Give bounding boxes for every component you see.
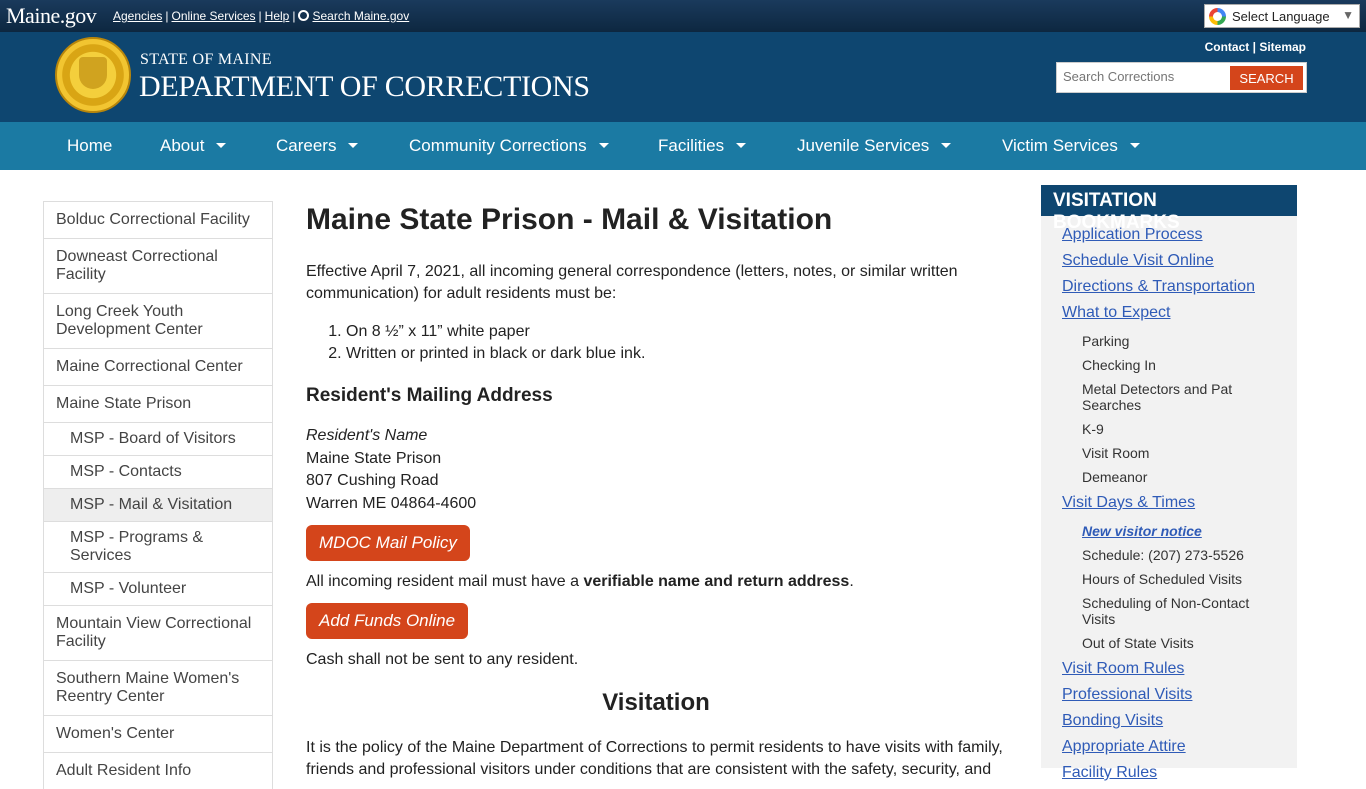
address-line: 807 Cushing Road (306, 472, 439, 489)
nav-careers[interactable]: Careers (276, 136, 359, 156)
address-heading: Resident's Mailing Address (306, 385, 553, 406)
sitemap-link[interactable]: Sitemap (1259, 40, 1306, 54)
bookmark-application-process[interactable]: Application Process (1062, 226, 1203, 244)
language-select[interactable]: Select Language ▼ (1204, 4, 1360, 28)
nav-about[interactable]: About (160, 136, 227, 156)
menu-item-maine-correctional-center[interactable]: Maine Correctional Center (43, 348, 273, 385)
bookmark-facility-rules[interactable]: Facility Rules (1062, 764, 1157, 782)
visitation-bookmarks: VISITATION BOOKMARKS Application Process… (1041, 185, 1297, 781)
mail-note: All incoming resident mail must have a v… (306, 573, 854, 590)
bookmark-schedule-phone[interactable]: Schedule: (207) 273-5526 (1082, 547, 1244, 563)
bookmark-parking[interactable]: Parking (1082, 333, 1129, 349)
header-links: Contact | Sitemap (1204, 40, 1306, 54)
search-form: SEARCH (1056, 62, 1307, 93)
menu-item-womens-center[interactable]: Women's Center (43, 715, 273, 752)
main-navigation: Home About Careers Community Corrections… (0, 122, 1366, 170)
bookmark-hours[interactable]: Hours of Scheduled Visits (1082, 571, 1242, 587)
contact-link[interactable]: Contact (1205, 40, 1250, 54)
mail-policy-button[interactable]: MDOC Mail Policy (306, 525, 470, 561)
mailing-address: Resident's Name Maine State Prison 807 C… (306, 425, 1006, 515)
state-seal-logo[interactable] (55, 37, 131, 113)
page-title: Maine State Prison - Mail & Visitation (306, 203, 833, 236)
bookmark-out-of-state[interactable]: Out of State Visits (1082, 635, 1194, 651)
address-line: Resident's Name (306, 427, 428, 444)
caret-down-icon (216, 143, 227, 148)
bookmark-directions[interactable]: Directions & Transportation (1062, 278, 1255, 296)
nav-home[interactable]: Home (67, 136, 112, 156)
new-visitor-notice-link[interactable]: New visitor notice (1082, 523, 1202, 539)
menu-item-long-creek[interactable]: Long Creek Youth Development Center (43, 293, 273, 348)
search-input[interactable] (1063, 69, 1228, 84)
search-button[interactable]: SEARCH (1230, 66, 1303, 90)
mail-rules-list: On 8 ½” x 11” white paper Written or pri… (306, 321, 1006, 365)
department-name[interactable]: DEPARTMENT OF CORRECTIONS (139, 70, 590, 104)
menu-item-downeast[interactable]: Downeast Correctional Facility (43, 238, 273, 293)
maine-gov-logo[interactable]: Maine.gov (6, 3, 97, 29)
bookmark-visit-room[interactable]: Visit Room (1082, 445, 1149, 461)
intro-paragraph: Effective April 7, 2021, all incoming ge… (306, 263, 958, 302)
nav-facilities[interactable]: Facilities (658, 136, 747, 156)
bookmark-non-contact[interactable]: Scheduling of Non-Contact Visits (1082, 595, 1272, 627)
search-icon (298, 10, 310, 21)
language-select-label: Select Language (1232, 9, 1330, 24)
caret-down-icon (941, 143, 952, 148)
bookmark-visit-days[interactable]: Visit Days & Times (1062, 494, 1195, 512)
visitation-paragraph: It is the policy of the Maine Department… (306, 739, 1003, 778)
state-name: STATE OF MAINE (140, 51, 272, 68)
bookmarks-title: VISITATION BOOKMARKS (1041, 185, 1297, 233)
add-funds-button[interactable]: Add Funds Online (306, 603, 469, 639)
facility-menu: Bolduc Correctional Facility Downeast Co… (43, 201, 273, 789)
bookmark-k9[interactable]: K-9 (1082, 421, 1104, 437)
google-icon (1209, 8, 1226, 25)
menu-item-msp-board-of-visitors[interactable]: MSP - Board of Visitors (43, 422, 273, 455)
address-line: Maine State Prison (306, 449, 442, 467)
nav-community-corrections[interactable]: Community Corrections (409, 136, 609, 156)
search-maine-gov-link[interactable]: Search Maine.gov (312, 9, 409, 23)
online-services-link[interactable]: Online Services (172, 9, 256, 23)
caret-down-icon (348, 143, 359, 148)
mail-rule: On 8 ½” x 11” white paper (346, 321, 1006, 343)
caret-down-icon (598, 143, 609, 148)
bookmark-appropriate-attire[interactable]: Appropriate Attire (1062, 738, 1186, 756)
top-utility-bar: Maine.gov Agencies | Online Services | Help |… (0, 0, 1366, 32)
menu-item-msp-volunteer[interactable]: MSP - Volunteer (43, 572, 273, 605)
caret-down-icon (1129, 143, 1140, 148)
menu-item-bolduc[interactable]: Bolduc Correctional Facility (43, 201, 273, 238)
help-link[interactable]: Help (265, 9, 290, 23)
menu-item-maine-state-prison[interactable]: Maine State Prison (43, 385, 273, 422)
nav-juvenile-services[interactable]: Juvenile Services (797, 136, 952, 156)
chevron-down-icon: ▼ (1342, 8, 1354, 22)
menu-item-msp-mail-visitation[interactable]: MSP - Mail & Visitation (43, 488, 273, 521)
bookmark-what-to-expect[interactable]: What to Expect (1062, 304, 1171, 322)
bookmark-professional-visits[interactable]: Professional Visits (1062, 686, 1192, 704)
menu-item-msp-contacts[interactable]: MSP - Contacts (43, 455, 273, 488)
nav-victim-services[interactable]: Victim Services (1002, 136, 1140, 156)
address-line: Warren ME 04864-4600 (306, 494, 477, 512)
bookmark-checking-in[interactable]: Checking In (1082, 357, 1156, 373)
menu-item-msp-programs[interactable]: MSP - Programs & Services (43, 521, 273, 572)
bookmark-metal-detectors[interactable]: Metal Detectors and Pat Searches (1082, 381, 1272, 413)
main-content: Maine State Prison - Mail & Visitation E… (306, 200, 1006, 781)
agencies-link[interactable]: Agencies (113, 9, 162, 23)
menu-item-adult-resident-info[interactable]: Adult Resident Info (43, 752, 273, 789)
cash-note: Cash shall not be sent to any resident. (306, 651, 579, 668)
menu-item-mountain-view[interactable]: Mountain View Correctional Facility (43, 605, 273, 660)
mail-rule: Written or printed in black or dark blue… (346, 343, 1006, 365)
bookmark-demeanor[interactable]: Demeanor (1082, 469, 1147, 485)
bookmark-visit-room-rules[interactable]: Visit Room Rules (1062, 660, 1184, 678)
caret-down-icon (736, 143, 747, 148)
bookmark-bonding-visits[interactable]: Bonding Visits (1062, 712, 1163, 730)
bookmark-schedule-visit[interactable]: Schedule Visit Online (1062, 252, 1214, 270)
utility-links: Agencies | Online Services | Help | Search Mai… (113, 9, 410, 23)
menu-item-southern-maine[interactable]: Southern Maine Women's Reentry Center (43, 660, 273, 715)
site-header: STATE OF MAINE DEPARTMENT OF CORRECTIONS… (0, 32, 1366, 122)
visitation-heading: Visitation (602, 689, 710, 716)
